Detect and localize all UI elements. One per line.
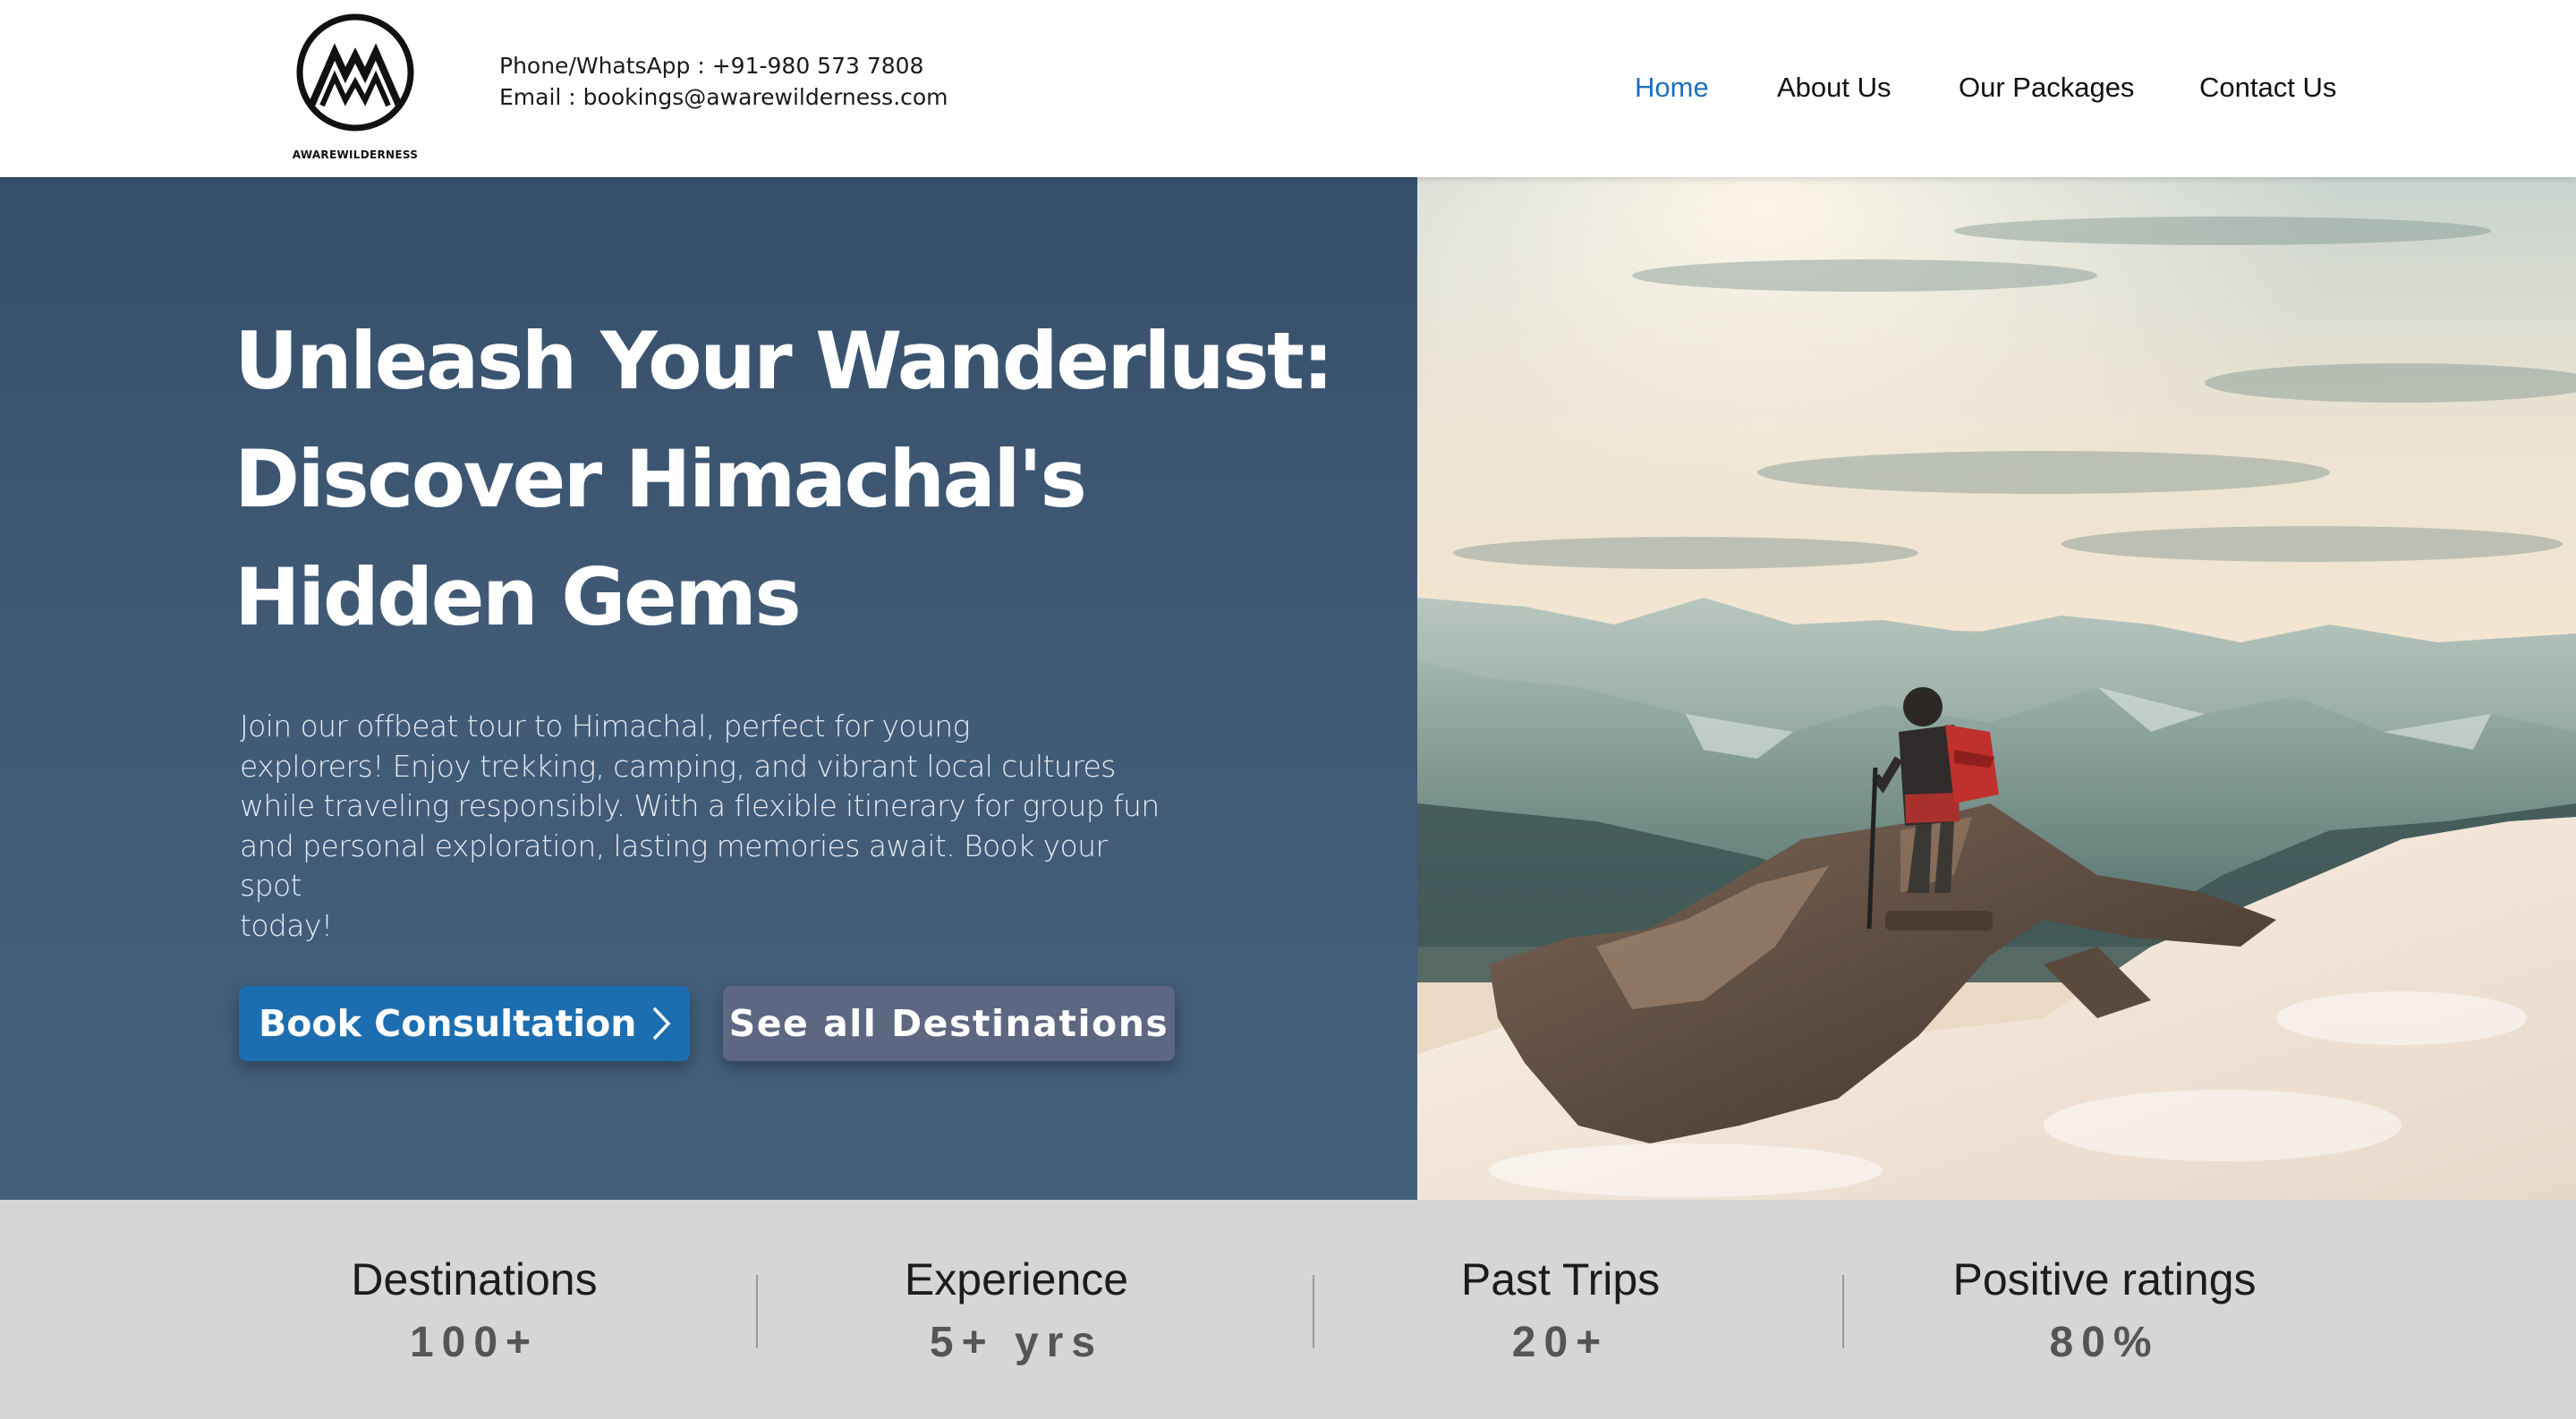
- headline-line: Discover Himachal's: [234, 433, 1087, 525]
- stat-title: Destinations: [351, 1254, 598, 1304]
- stat-value: 80%: [2049, 1319, 2160, 1366]
- phone-text: Phone/WhatsApp : +91-980 573 7808: [499, 53, 924, 79]
- stat-value: 20+: [1511, 1319, 1610, 1366]
- nav-our-packages[interactable]: Our Packages: [1959, 72, 2134, 107]
- book-consultation-label: Book Consultation: [259, 1002, 637, 1045]
- description-line: Join our offbeat tour to Himachal, perfe…: [240, 709, 970, 743]
- stat-past-trips: Past Trips 20+: [1337, 1253, 1784, 1368]
- nav-about-us[interactable]: About Us: [1777, 72, 1892, 107]
- description-line: explorers! Enjoy trekking, camping, and …: [240, 748, 1116, 784]
- stat-title: Experience: [904, 1254, 1129, 1304]
- mountain-peaks-logo-icon: [296, 13, 414, 132]
- description-line: while traveling responsibly. With a flex…: [240, 788, 1160, 823]
- stat-divider: [756, 1275, 758, 1348]
- site-header: AWAREWILDERNESS Phone/WhatsApp : +91-980…: [0, 0, 2576, 177]
- description-line: today!: [240, 907, 333, 943]
- stat-title: Past Trips: [1460, 1254, 1661, 1304]
- brand-logo[interactable]: AWAREWILDERNESS: [292, 13, 419, 161]
- stats-bar: Destinations 100+ Experience 5+ yrs Past…: [0, 1200, 2576, 1419]
- hero-section: Unleash Your Wanderlust: Discover Himach…: [0, 177, 1417, 1200]
- stat-value: 5+ yrs: [929, 1319, 1104, 1366]
- hero-photo: [1417, 177, 2576, 1200]
- hero-headline: Unleash Your Wanderlust: Discover Himach…: [234, 302, 1398, 657]
- contact-info: Phone/WhatsApp : +91-980 573 7808 Email …: [499, 50, 948, 113]
- stat-value: 100+: [409, 1319, 540, 1366]
- brand-name: AWAREWILDERNESS: [292, 149, 419, 161]
- nav-home[interactable]: Home: [1635, 72, 1709, 107]
- chevron-right-icon: [651, 1006, 671, 1041]
- mountain-hiker-image: [1417, 177, 2576, 1200]
- stat-experience: Experience 5+ yrs: [793, 1253, 1240, 1368]
- description-line: and personal exploration, lasting memori…: [240, 828, 1108, 904]
- see-all-destinations-label: See all Destinations: [728, 1002, 1169, 1045]
- headline-line: Hidden Gems: [234, 551, 802, 643]
- stat-title: Positive ratings: [1952, 1254, 2257, 1304]
- book-consultation-button[interactable]: Book Consultation: [239, 986, 690, 1061]
- stat-divider: [1842, 1275, 1844, 1348]
- stat-positive-ratings: Positive ratings 80%: [1881, 1253, 2328, 1368]
- email-text: Email : bookings@awarewilderness.com: [499, 84, 948, 110]
- see-all-destinations-button[interactable]: See all Destinations: [723, 986, 1175, 1061]
- hero-description: Join our offbeat tour to Himachal, perfe…: [240, 707, 1170, 946]
- stat-divider: [1313, 1275, 1314, 1348]
- nav-contact-us[interactable]: Contact Us: [2199, 72, 2336, 107]
- headline-line: Unleash Your Wanderlust:: [234, 315, 1334, 407]
- stat-destinations: Destinations 100+: [251, 1253, 698, 1368]
